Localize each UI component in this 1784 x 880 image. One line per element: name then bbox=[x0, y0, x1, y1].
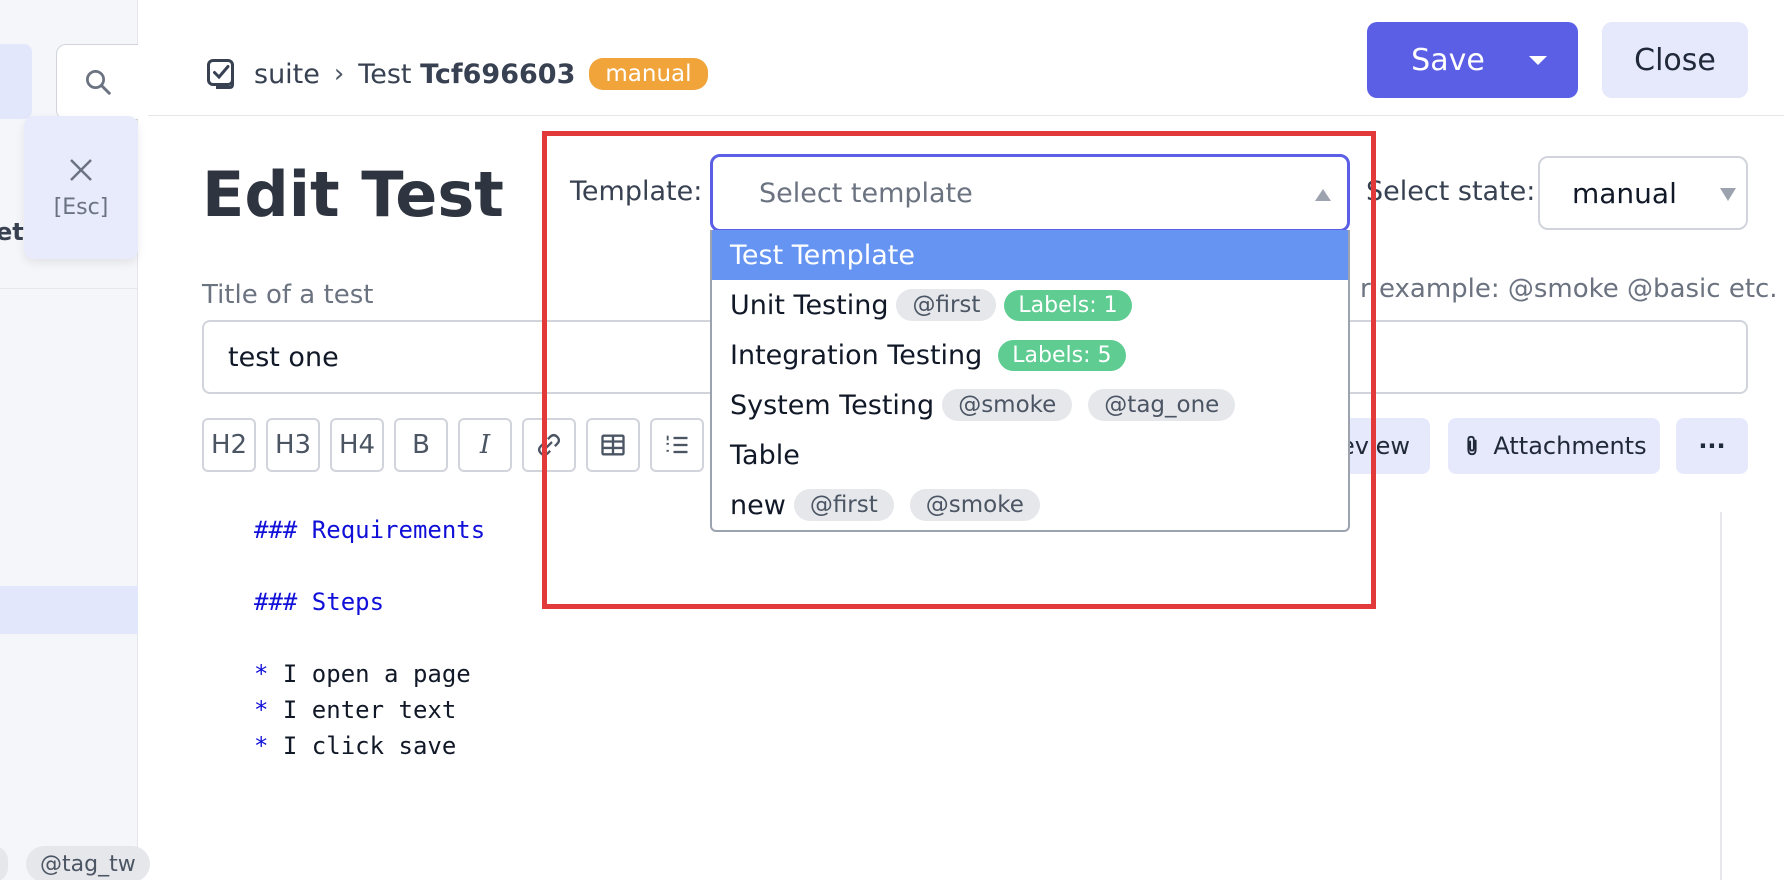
save-label: Save bbox=[1411, 42, 1485, 78]
tag-pill: @first bbox=[896, 289, 997, 321]
tag-pill: @tag_one bbox=[1088, 389, 1236, 421]
heading-4-button[interactable]: H4 bbox=[330, 418, 384, 472]
state-select[interactable]: manual bbox=[1538, 156, 1748, 230]
dropdown-item-new[interactable]: new @first @smoke bbox=[712, 480, 1348, 530]
background-search-box[interactable] bbox=[56, 44, 138, 120]
search-icon bbox=[86, 70, 111, 95]
page-title: Edit Test bbox=[202, 158, 504, 231]
tag-pill: @smoke bbox=[942, 389, 1073, 421]
table-icon bbox=[601, 434, 625, 456]
dropdown-item-table[interactable]: Table bbox=[712, 430, 1348, 480]
labels-badge: Labels: 5 bbox=[998, 339, 1126, 371]
bold-button[interactable]: B bbox=[394, 418, 448, 472]
tag-pill: @first bbox=[793, 489, 894, 521]
attachments-label: Attachments bbox=[1493, 432, 1647, 460]
test-id: Tcf696603 bbox=[420, 58, 576, 90]
breadcrumb: suite › Test Tcf696603 manual bbox=[204, 56, 708, 92]
breadcrumb-suite[interactable]: suite bbox=[254, 59, 320, 90]
save-button[interactable]: Save bbox=[1367, 22, 1578, 98]
title-label: Title of a test bbox=[202, 280, 374, 310]
editor-line: * I enter text bbox=[254, 696, 457, 724]
editor-toolbar: H2 H3 H4 B I bbox=[202, 418, 704, 472]
header: suite › Test Tcf696603 manual Save Close bbox=[148, 0, 1784, 116]
editor-preview-divider bbox=[1720, 512, 1722, 880]
ordered-list-button[interactable] bbox=[650, 418, 704, 472]
chevron-down-icon[interactable] bbox=[1529, 55, 1547, 65]
heading-3-button[interactable]: H3 bbox=[266, 418, 320, 472]
breadcrumb-test: Test Tcf696603 bbox=[358, 58, 576, 90]
attachments-button[interactable]: Attachments bbox=[1448, 418, 1660, 474]
labels-badge: Labels: 1 bbox=[1004, 289, 1132, 321]
background-divider bbox=[0, 288, 138, 289]
close-icon bbox=[70, 159, 92, 181]
state-value: manual bbox=[1572, 176, 1677, 210]
dropdown-item-integration-testing[interactable]: Integration Testing Labels: 5 bbox=[712, 330, 1348, 380]
tag-pill: @smoke bbox=[909, 489, 1040, 521]
background-tag bbox=[0, 846, 8, 880]
italic-button[interactable]: I bbox=[458, 418, 512, 472]
state-label: Select state: bbox=[1366, 176, 1536, 207]
template-label: Template: bbox=[570, 176, 703, 207]
more-options-button[interactable]: ··· bbox=[1676, 418, 1748, 474]
template-select[interactable]: Select template bbox=[710, 154, 1350, 232]
markdown-editor[interactable]: ### Requirements ### Steps * I open a pa… bbox=[202, 500, 1722, 880]
background-selected-row[interactable] bbox=[0, 586, 138, 634]
editor-line: ### Steps bbox=[254, 588, 385, 616]
tags-hint: r example: @smoke @basic etc. bbox=[1360, 274, 1778, 304]
dropdown-item-unit-testing[interactable]: Unit Testing @first Labels: 1 bbox=[712, 280, 1348, 330]
status-badge: manual bbox=[589, 58, 708, 90]
close-panel-button[interactable]: [Esc] bbox=[24, 116, 138, 259]
editor-line: * I click save bbox=[254, 732, 457, 760]
link-icon bbox=[537, 433, 561, 457]
template-dropdown: Test Template Unit Testing @first Labels… bbox=[710, 230, 1350, 532]
test-checkbox-icon bbox=[207, 59, 234, 89]
dropdown-item-system-testing[interactable]: System Testing @smoke @tag_one bbox=[712, 380, 1348, 430]
editor-line: * I open a page bbox=[254, 660, 471, 688]
esc-label: [Esc] bbox=[53, 195, 109, 220]
table-button[interactable] bbox=[586, 418, 640, 472]
heading-2-button[interactable]: H2 bbox=[202, 418, 256, 472]
link-button[interactable] bbox=[522, 418, 576, 472]
background-tab[interactable] bbox=[0, 44, 32, 119]
chevron-up-icon bbox=[1315, 189, 1331, 201]
paperclip-icon bbox=[1467, 435, 1477, 456]
dropdown-item-test-template[interactable]: Test Template bbox=[712, 230, 1348, 280]
editor-line: ### Requirements bbox=[254, 516, 486, 544]
ordered-list-icon bbox=[666, 435, 688, 454]
background-tag: @tag_tw bbox=[26, 846, 150, 880]
template-placeholder: Select template bbox=[759, 177, 973, 209]
close-button[interactable]: Close bbox=[1602, 22, 1748, 98]
breadcrumb-separator: › bbox=[333, 59, 345, 89]
chevron-down-icon bbox=[1720, 188, 1736, 201]
